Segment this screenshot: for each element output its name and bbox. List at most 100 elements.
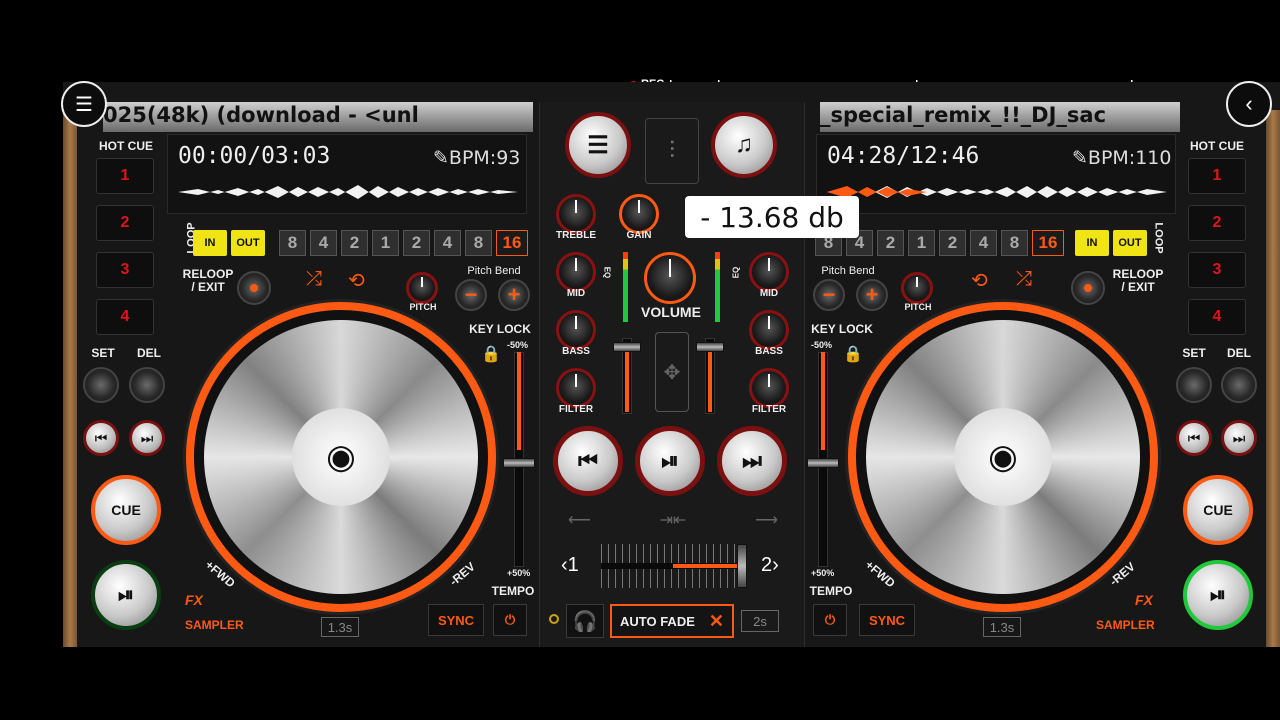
right-platter[interactable]: ◉ [866, 320, 1140, 594]
left-pitch-knob[interactable] [406, 272, 438, 304]
right-waveform-panel[interactable]: 04:28/12:46 ✎BPM:110 [816, 134, 1176, 214]
right-set-knob[interactable] [1176, 367, 1212, 403]
master-volume-knob[interactable] [644, 252, 696, 304]
right-loop-size-8[interactable]: 8 [1001, 230, 1028, 256]
left-sampler-button[interactable]: SAMPLER [185, 618, 244, 632]
left-play-button[interactable]: ⏯ [91, 560, 161, 630]
right-loop-size-2a[interactable]: 2 [877, 230, 904, 256]
right-shuffle-icon[interactable]: ⤮ [1016, 268, 1032, 291]
mixer-play-pause-button[interactable]: ⏯ [635, 426, 705, 496]
left-pitch-plus-button[interactable]: + [498, 279, 530, 311]
left-shuffle-icon[interactable]: ⤮ [306, 268, 322, 291]
left-turntable[interactable]: ◉ [186, 302, 496, 612]
left-loop-in-button[interactable]: IN [193, 230, 227, 256]
right-filter-knob[interactable] [749, 368, 789, 408]
left-set-knob[interactable] [83, 367, 119, 403]
left-filter-knob[interactable] [556, 368, 596, 408]
right-hot-cue-4[interactable]: 4 [1188, 299, 1246, 335]
right-sync-button[interactable]: SYNC [859, 604, 915, 636]
mixer-prev-track-button[interactable]: ⏮ [553, 426, 623, 496]
left-hot-cue-3[interactable]: 3 [96, 252, 154, 288]
left-sync-button[interactable]: SYNC [428, 604, 484, 636]
left-loop-size-2[interactable]: 2 [403, 230, 430, 256]
crossfader[interactable] [601, 544, 747, 588]
right-del-knob[interactable] [1221, 367, 1257, 403]
mixer-next-track-button[interactable]: ⏭ [717, 426, 787, 496]
right-pitch-minus-button[interactable]: − [813, 279, 845, 311]
right-loop-in-button[interactable]: IN [1075, 230, 1109, 256]
right-hot-cue-1[interactable]: 1 [1188, 158, 1246, 194]
fader-link-icon[interactable]: ✥ [655, 332, 689, 412]
right-key-lock-icon[interactable]: 🔒 [843, 344, 863, 364]
right-loop-size-4[interactable]: 4 [970, 230, 997, 256]
menu-button[interactable]: ☰ [61, 81, 107, 127]
right-cue-button[interactable]: CUE [1183, 475, 1253, 545]
right-tempo-slider-handle[interactable] [807, 458, 839, 468]
mixer-eq-toggle-button[interactable]: ⫶ [645, 118, 699, 184]
right-bpm[interactable]: ✎BPM:110 [1072, 147, 1171, 169]
left-channel-fader-handle[interactable] [613, 342, 641, 352]
right-prev-cue-button[interactable]: ⏮ [1176, 420, 1212, 456]
volume-db-tooltip: - 13.68 db [685, 196, 859, 238]
right-pitch-knob[interactable] [901, 272, 933, 304]
left-hot-cue-4[interactable]: 4 [96, 299, 154, 335]
left-hot-cue-2[interactable]: 2 [96, 205, 154, 241]
crossfader-handle[interactable] [737, 544, 747, 588]
left-loop-size-4[interactable]: 4 [434, 230, 461, 256]
left-loop-size-8[interactable]: 8 [465, 230, 492, 256]
left-loop-size-2a[interactable]: 2 [341, 230, 368, 256]
left-treble-knob[interactable] [556, 194, 596, 234]
music-library-button[interactable]: ♫ [711, 112, 777, 178]
left-cue-button[interactable]: CUE [91, 475, 161, 545]
left-mid-knob[interactable] [556, 252, 596, 292]
right-tempo-slider-track[interactable] [818, 467, 828, 567]
right-channel-fader-handle[interactable] [696, 342, 724, 352]
left-loop-size-16[interactable]: 16 [496, 230, 528, 256]
back-button[interactable]: ‹ [1226, 81, 1272, 127]
right-mid-knob[interactable] [749, 252, 789, 292]
left-platter[interactable]: ◉ [204, 320, 478, 594]
right-turntable[interactable]: ◉ [848, 302, 1158, 612]
right-tempo-reset-button[interactable]: ⏻ [813, 604, 847, 636]
left-loop-size-4a[interactable]: 4 [310, 230, 337, 256]
skip-back-icon: ⏮ [1187, 429, 1201, 446]
auto-fade-button[interactable]: AUTO FADE ✕ [610, 604, 734, 638]
left-hot-cue-1[interactable]: 1 [96, 158, 154, 194]
left-waveform-panel[interactable]: 00:00/03:03 ✎BPM:93 [167, 134, 527, 214]
playlist-button[interactable]: ☰ [565, 112, 631, 178]
right-sampler-button[interactable]: SAMPLER [1096, 618, 1155, 632]
left-repeat-icon[interactable]: ⟲ [348, 268, 365, 293]
left-bass-knob[interactable] [556, 310, 596, 350]
left-tempo-slider-handle[interactable] [503, 458, 535, 468]
right-play-button[interactable]: ⏯ [1183, 560, 1253, 630]
gain-knob[interactable] [619, 194, 659, 234]
right-hot-cue-2[interactable]: 2 [1188, 205, 1246, 241]
right-next-cue-button[interactable]: ⏭ [1221, 420, 1257, 456]
right-fx-button[interactable]: FX [1135, 592, 1153, 608]
left-loop-size-1[interactable]: 1 [372, 230, 399, 256]
left-loop-out-button[interactable]: OUT [231, 230, 265, 256]
left-bpm[interactable]: ✎BPM:93 [433, 147, 520, 169]
left-next-cue-button[interactable]: ⏭ [129, 420, 165, 456]
left-loop-size-8a[interactable]: 8 [279, 230, 306, 256]
right-hot-cue-3[interactable]: 3 [1188, 252, 1246, 288]
left-reloop-button[interactable] [237, 271, 271, 305]
right-loop-out-button[interactable]: OUT [1113, 230, 1147, 256]
right-reloop-button[interactable] [1071, 271, 1105, 305]
right-repeat-icon[interactable]: ⟲ [971, 268, 988, 293]
right-pitch-plus-button[interactable]: + [856, 279, 888, 311]
right-bass-knob[interactable] [749, 310, 789, 350]
left-del-label: DEL [137, 346, 161, 360]
right-loop-size-16[interactable]: 16 [1032, 230, 1064, 256]
left-del-knob[interactable] [129, 367, 165, 403]
right-loop-size-2[interactable]: 2 [939, 230, 966, 256]
headphone-button[interactable]: 🎧 [566, 604, 604, 638]
right-loop-size-1[interactable]: 1 [908, 230, 935, 256]
close-icon[interactable]: ✕ [709, 611, 724, 632]
left-prev-cue-button[interactable]: ⏮ [83, 420, 119, 456]
left-key-lock-icon[interactable]: 🔒 [481, 344, 501, 364]
left-tempo-reset-button[interactable]: ⏻ [493, 604, 527, 636]
left-pitch-minus-button[interactable]: − [455, 279, 487, 311]
left-fx-button[interactable]: FX [185, 592, 203, 608]
left-tempo-slider-track[interactable] [514, 467, 524, 567]
